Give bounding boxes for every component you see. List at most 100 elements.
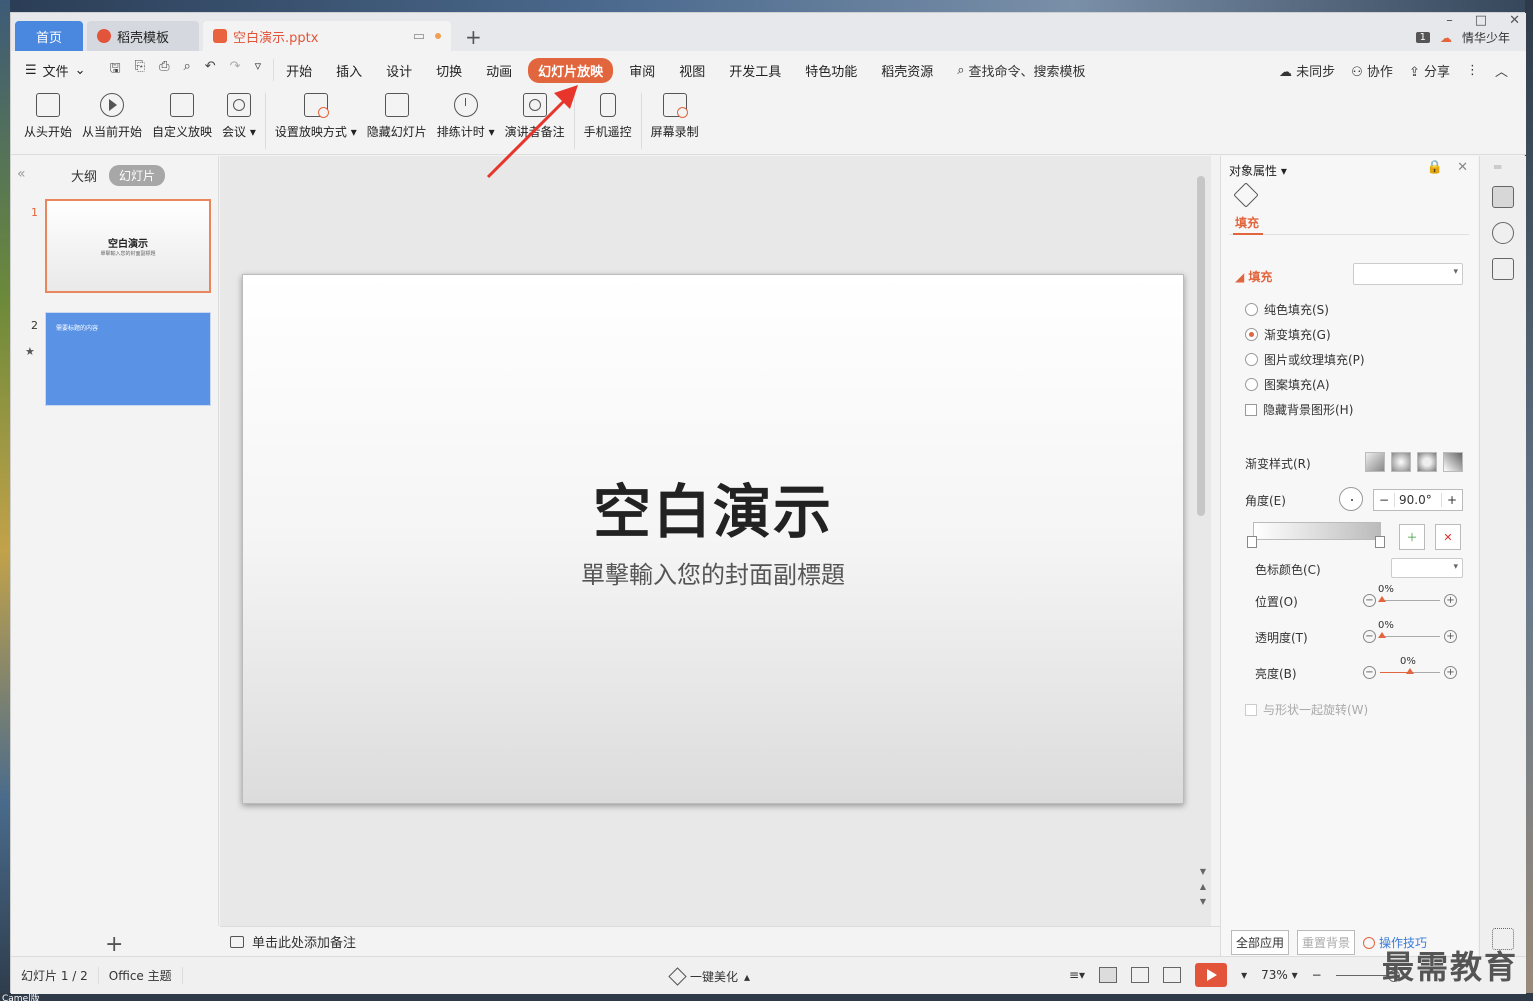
fill-preset-dropdown[interactable]	[1353, 263, 1463, 285]
gradient-stop-left[interactable]	[1247, 536, 1257, 548]
pattern-fill-option[interactable]: 图案填充(A)	[1245, 376, 1330, 393]
from-current-button[interactable]: 从当前开始	[77, 89, 147, 140]
tab-slides[interactable]: 幻灯片	[109, 165, 166, 186]
redo-icon[interactable]: ↷	[230, 59, 241, 81]
custom-show-button[interactable]: 自定义放映	[147, 89, 217, 140]
angle-dial[interactable]	[1339, 487, 1363, 511]
vertical-scrollbar[interactable]	[1197, 176, 1205, 516]
window-count-badge[interactable]: 1	[1415, 32, 1430, 43]
slide-thumbnail-1[interactable]: 空白演示 單擊輸入您的封面副標題	[45, 199, 211, 293]
increase-icon[interactable]: +	[1444, 594, 1457, 607]
zoom-out-icon[interactable]: −	[1312, 968, 1322, 982]
slider-thumb[interactable]	[1378, 632, 1386, 638]
save-icon[interactable]: 🖫	[110, 59, 121, 81]
properties-settings-icon[interactable]	[1492, 186, 1514, 208]
radial-gradient-style[interactable]	[1391, 452, 1411, 472]
gradient-bar[interactable]	[1253, 522, 1381, 540]
undo-icon[interactable]: ↶	[205, 59, 216, 81]
menu-docer-resources[interactable]: 稻壳资源	[869, 61, 945, 80]
slide-title[interactable]: 空白演示	[243, 465, 1183, 549]
phone-remote-button[interactable]: 手机遥控	[579, 89, 637, 140]
maximize-button[interactable]: □	[1475, 13, 1487, 28]
from-beginning-button[interactable]: 从头开始	[19, 89, 77, 140]
drag-handle-icon[interactable]: ═	[1494, 160, 1501, 174]
notes-bar[interactable]: 单击此处添加备注	[220, 926, 1220, 956]
angle-stepper[interactable]: − 90.0° +	[1373, 489, 1463, 511]
tab-outline[interactable]: 大纲	[71, 166, 97, 185]
print-preview-icon[interactable]: ⌕	[183, 59, 190, 81]
tab-document[interactable]: 空白演示.pptx ▭	[203, 21, 451, 51]
decrease-icon[interactable]: −	[1363, 666, 1376, 679]
menu-insert[interactable]: 插入	[324, 61, 374, 80]
solid-fill-option[interactable]: 纯色填充(S)	[1245, 301, 1329, 318]
slider-track[interactable]: 0%	[1378, 584, 1440, 602]
slideshow-settings-button[interactable]: 设置放映方式 ▾	[270, 89, 362, 140]
zoom-level[interactable]: 73% ▾	[1261, 968, 1298, 982]
tab-template[interactable]: 稻壳模板	[87, 21, 199, 51]
tab-home[interactable]: 首页	[15, 21, 83, 51]
menu-view[interactable]: 视图	[667, 61, 717, 80]
add-stop-button[interactable]: ＋	[1399, 524, 1425, 550]
share-button[interactable]: ⇪ 分享	[1409, 61, 1450, 80]
reset-background-button[interactable]: 重置背景	[1297, 930, 1356, 955]
close-panel-icon[interactable]: ✕	[1457, 160, 1468, 175]
more-icon[interactable]: ⋮	[1466, 63, 1479, 78]
slide-subtitle[interactable]: 單擊輸入您的封面副標題	[243, 555, 1183, 590]
theme-name[interactable]: Office 主题	[99, 967, 183, 984]
collapse-ribbon-icon[interactable]: ︿	[1495, 61, 1508, 80]
path-gradient-style[interactable]	[1443, 452, 1463, 472]
minimize-button[interactable]: –	[1446, 13, 1453, 28]
play-slideshow-button[interactable]	[1195, 963, 1228, 987]
delete-stop-button[interactable]: ✕	[1435, 524, 1461, 550]
reading-view-icon[interactable]	[1163, 967, 1182, 983]
picture-fill-option[interactable]: 图片或纹理填充(P)	[1245, 351, 1365, 368]
slider-track[interactable]: 0%	[1378, 620, 1440, 638]
collapse-panel-icon[interactable]: «	[17, 166, 26, 182]
menu-design[interactable]: 设计	[374, 61, 424, 80]
monitor-icon[interactable]: ▭	[413, 29, 425, 44]
slide-thumbnail-2[interactable]: 需要标题的内容	[45, 312, 211, 406]
current-slide[interactable]: 空白演示 單擊輸入您的封面副標題	[242, 274, 1184, 804]
menu-features[interactable]: 特色功能	[793, 61, 869, 80]
file-menu[interactable]: ☰ 文件 ⌄	[11, 61, 98, 80]
screen-record-button[interactable]: 屏幕录制	[646, 89, 704, 140]
angle-value[interactable]: 90.0°	[1394, 493, 1442, 507]
menu-developer[interactable]: 开发工具	[717, 61, 793, 80]
slider-thumb[interactable]	[1406, 668, 1414, 674]
next-slide-icon[interactable]: ▼	[1200, 897, 1206, 906]
menu-start[interactable]: 开始	[274, 61, 324, 80]
rotate-with-shape-checkbox[interactable]: 与形状一起旋转(W)	[1245, 701, 1368, 718]
print-icon[interactable]: ⎙	[159, 59, 169, 81]
fill-tab[interactable]: 填充	[1235, 214, 1259, 231]
transparency-slider[interactable]: − 0% +	[1363, 620, 1457, 643]
gradient-fill-option[interactable]: 渐变填充(G)	[1245, 326, 1331, 343]
increase-icon[interactable]: +	[1444, 630, 1457, 643]
brightness-slider[interactable]: − 0% +	[1363, 656, 1457, 679]
decrease-icon[interactable]: −	[1363, 594, 1376, 607]
paint-bucket-icon[interactable]	[1233, 182, 1259, 208]
user-name[interactable]: 情华少年	[1462, 29, 1510, 46]
slide-sorter-icon[interactable]	[1131, 967, 1150, 983]
lock-icon[interactable]: 🔒	[1427, 160, 1443, 175]
animation-icon[interactable]	[1492, 222, 1514, 244]
export-icon[interactable]: ⎘	[135, 59, 145, 81]
properties-title[interactable]: 对象属性 ▾	[1229, 162, 1287, 179]
layers-icon[interactable]	[1492, 258, 1514, 280]
menu-animation[interactable]: 动画	[474, 61, 524, 80]
menu-slideshow[interactable]: 幻灯片放映	[528, 57, 614, 83]
command-search[interactable]: ⌕ 查找命令、搜索模板	[945, 61, 1097, 80]
apply-all-button[interactable]: 全部应用	[1231, 930, 1290, 955]
menu-transition[interactable]: 切换	[424, 61, 474, 80]
add-slide-button[interactable]: +	[105, 932, 123, 957]
slider-thumb[interactable]	[1378, 596, 1386, 602]
rect-gradient-style[interactable]	[1417, 452, 1437, 472]
decrease-angle-button[interactable]: −	[1374, 493, 1394, 507]
play-options-icon[interactable]: ▾	[1241, 968, 1247, 982]
gradient-stop-right[interactable]	[1375, 536, 1385, 548]
notes-toggle-icon[interactable]: ≡▾	[1069, 968, 1085, 982]
scroll-down-icon[interactable]: ▼	[1200, 867, 1206, 876]
increase-angle-button[interactable]: +	[1442, 493, 1462, 507]
collab-button[interactable]: ⚇ 协作	[1351, 61, 1393, 80]
linear-gradient-style[interactable]	[1365, 452, 1385, 472]
rehearse-timing-button[interactable]: 排练计时 ▾	[432, 89, 500, 140]
